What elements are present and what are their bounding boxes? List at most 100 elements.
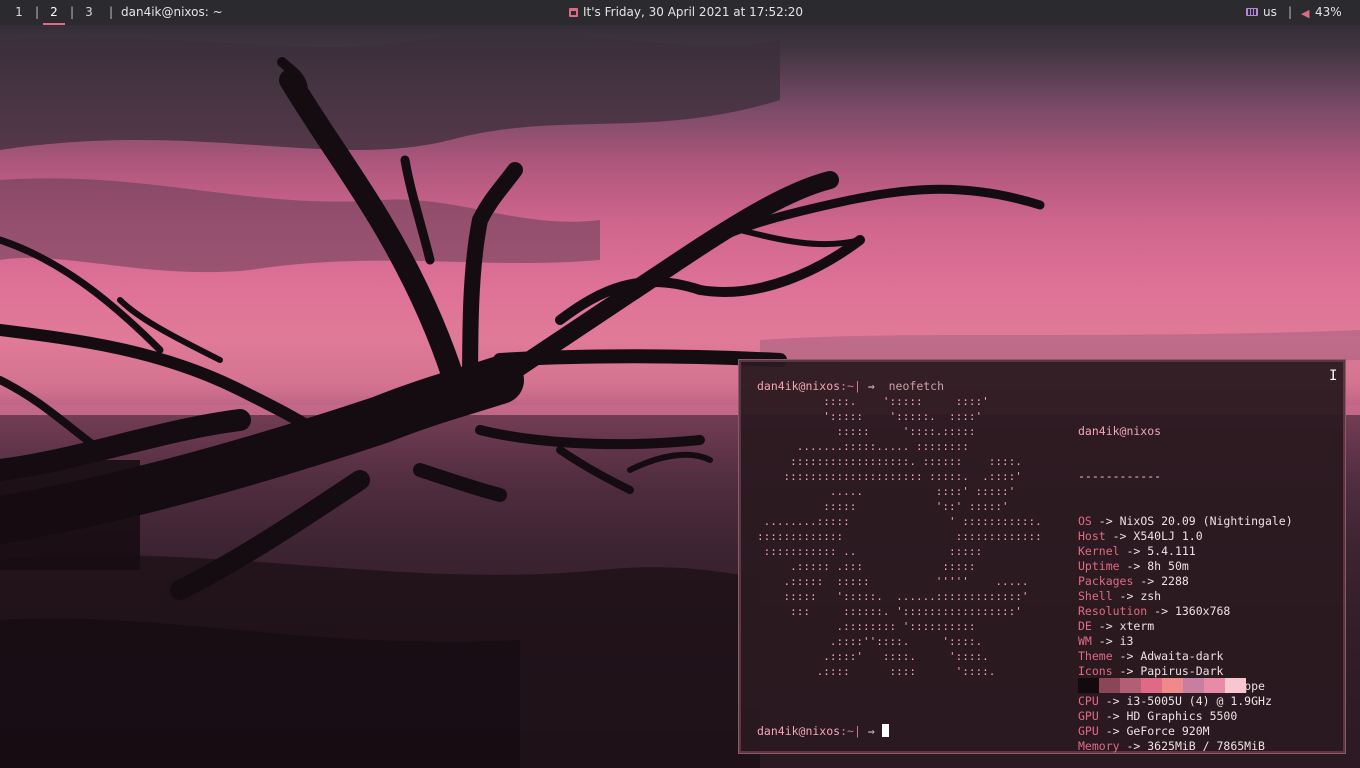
clock-text: It's Friday, 30 April 2021 at 17:52:20 <box>583 5 804 19</box>
info-value: Adwaita-dark <box>1140 649 1224 663</box>
info-row: Memory -> 3625MiB / 7865MiB <box>1078 739 1293 754</box>
palette-swatch <box>1099 678 1120 693</box>
info-row: OS -> NixOS 20.09 (Nightingale) <box>1078 514 1293 529</box>
nixos-ascii-logo: ::::. '::::: ::::' '::::: ':::::. ::::' … <box>757 394 1042 679</box>
info-key: Host <box>1078 529 1106 543</box>
info-row: Kernel -> 5.4.111 <box>1078 544 1293 559</box>
info-value: 3625MiB / 7865MiB <box>1147 739 1265 753</box>
volume-label: 43% <box>1315 5 1342 19</box>
ascii-logo-line: ::::::::::::::::::. :::::: ::::. <box>757 455 1022 468</box>
palette-swatch <box>1225 678 1246 693</box>
workspace-1-button[interactable]: 1 <box>8 0 30 25</box>
info-key: Kernel <box>1078 544 1120 558</box>
info-separator: -> <box>1133 574 1162 588</box>
bar-separator: | <box>35 5 40 19</box>
workspace-2-button[interactable]: 2 <box>43 0 65 25</box>
color-palette <box>1078 678 1246 693</box>
ascii-logo-line: ::: ::::::. ':::::::::::::::::' <box>757 605 1022 618</box>
volume-icon: ◀ <box>1301 7 1310 20</box>
terminal-window[interactable]: dan4ik@nixos:~| ⇒ neofetch ::::. '::::: … <box>738 359 1346 754</box>
info-row: GPU -> HD Graphics 5500 <box>1078 709 1293 724</box>
prompt-path: :~ <box>840 724 854 738</box>
mouse-ibeam-icon: I <box>1329 368 1338 384</box>
info-row: Uptime -> 8h 50m <box>1078 559 1293 574</box>
command-prompt-line: dan4ik@nixos:~| ⇒ neofetch <box>757 379 944 394</box>
info-row: DE -> xterm <box>1078 619 1293 634</box>
info-value: NixOS 20.09 (Nightingale) <box>1119 514 1293 528</box>
palette-swatch <box>1141 678 1162 693</box>
ascii-logo-line: .::::''::::. '::::. <box>757 635 983 648</box>
info-key: Uptime <box>1078 559 1120 573</box>
palette-swatch <box>1120 678 1141 693</box>
info-separator: -> <box>1112 589 1141 603</box>
info-separator: -> <box>1098 724 1127 738</box>
prompt-path: :~ <box>840 379 854 393</box>
ascii-logo-line: .......:::::..... :::::::: <box>757 440 969 453</box>
ascii-logo-line: ::::::::::::: ::::::::::::: <box>757 530 1042 543</box>
info-value: HD Graphics 5500 <box>1126 709 1238 723</box>
info-value: Papirus-Dark <box>1140 664 1224 678</box>
info-separator: -> <box>1119 559 1148 573</box>
keyboard-layout-label: us <box>1263 5 1277 19</box>
info-separator: -> <box>1098 694 1127 708</box>
keyboard-icon <box>1246 8 1258 16</box>
info-row: WM -> i3 <box>1078 634 1293 649</box>
info-key: OS <box>1078 514 1092 528</box>
bar-separator: | <box>109 5 114 19</box>
status-bar: 1 | 2 | 3 | dan4ik@nixos: ~ It's Friday,… <box>0 0 1360 25</box>
info-rows: OS -> NixOS 20.09 (Nightingale) Host -> X… <box>1078 514 1293 754</box>
info-value: i3 <box>1119 634 1134 648</box>
ascii-logo-line: ........::::: ' :::::::::::. <box>757 515 1042 528</box>
text-cursor <box>881 724 889 737</box>
info-key: Icons <box>1078 664 1113 678</box>
info-value: zsh <box>1140 589 1162 603</box>
prompt-cursor-bar: | <box>853 379 861 393</box>
info-key: GPU <box>1078 709 1099 723</box>
info-separator: -> <box>1112 664 1141 678</box>
info-row: Theme -> Adwaita-dark <box>1078 649 1293 664</box>
info-value: GeForce 920M <box>1126 724 1210 738</box>
prompt-arrow: ⇒ <box>867 379 875 393</box>
palette-swatch <box>1078 678 1099 693</box>
neofetch-info: dan4ik@nixos ------------ OS -> NixOS 20… <box>1078 394 1293 768</box>
info-separator: -> <box>1091 619 1120 633</box>
info-separator: -> <box>1147 604 1175 618</box>
workspace-3-button[interactable]: 3 <box>78 0 100 25</box>
ascii-logo-line: '::::: ':::::. ::::' <box>757 410 983 423</box>
ascii-logo-line: ..... ::::' :::::' <box>757 485 1016 498</box>
info-row: Shell -> zsh <box>1078 589 1293 604</box>
info-value: 8h 50m <box>1147 559 1189 573</box>
bar-separator: | <box>70 5 75 19</box>
keyboard-layout-indicator[interactable]: us <box>1246 0 1277 24</box>
prompt-arrow: ⇒ <box>867 724 875 738</box>
info-separator: -> <box>1105 529 1134 543</box>
ascii-logo-line: .:::::::: ':::::::::: <box>757 620 976 633</box>
info-separator: -> <box>1119 739 1148 753</box>
info-value: i3-5005U (4) @ 1.9GHz <box>1126 694 1272 708</box>
info-row: Icons -> Papirus-Dark <box>1078 664 1293 679</box>
info-separator: -> <box>1112 649 1141 663</box>
prompt-command: neofetch <box>888 379 945 393</box>
info-separator: -> <box>1098 709 1127 723</box>
info-row: Host -> X540LJ 1.0 <box>1078 529 1293 544</box>
info-title: dan4ik@nixos <box>1078 424 1162 438</box>
info-row: GPU -> GeForce 920M <box>1078 724 1293 739</box>
active-prompt-line[interactable]: dan4ik@nixos:~| ⇒ <box>757 724 889 739</box>
ascii-logo-line: ::::: '::' :::::' <box>757 500 1009 513</box>
info-row: Packages -> 2288 <box>1078 574 1293 589</box>
info-separator: -> <box>1119 544 1148 558</box>
prompt-user: dan4ik@nixos <box>757 724 841 738</box>
info-value: xterm <box>1119 619 1155 633</box>
info-value: 5.4.111 <box>1147 544 1196 558</box>
info-value: 2288 <box>1161 574 1189 588</box>
info-separator: -> <box>1091 634 1120 648</box>
ascii-logo-line: .::::: .::: ::::: <box>757 560 976 573</box>
volume-indicator[interactable]: ◀ 43% <box>1301 0 1342 24</box>
info-key: Theme <box>1078 649 1113 663</box>
prompt-cursor-bar: | <box>853 724 861 738</box>
info-key: Memory <box>1078 739 1120 753</box>
info-row: CPU -> i3-5005U (4) @ 1.9GHz <box>1078 694 1293 709</box>
info-key: WM <box>1078 634 1092 648</box>
palette-swatch <box>1204 678 1225 693</box>
info-key: DE <box>1078 619 1092 633</box>
